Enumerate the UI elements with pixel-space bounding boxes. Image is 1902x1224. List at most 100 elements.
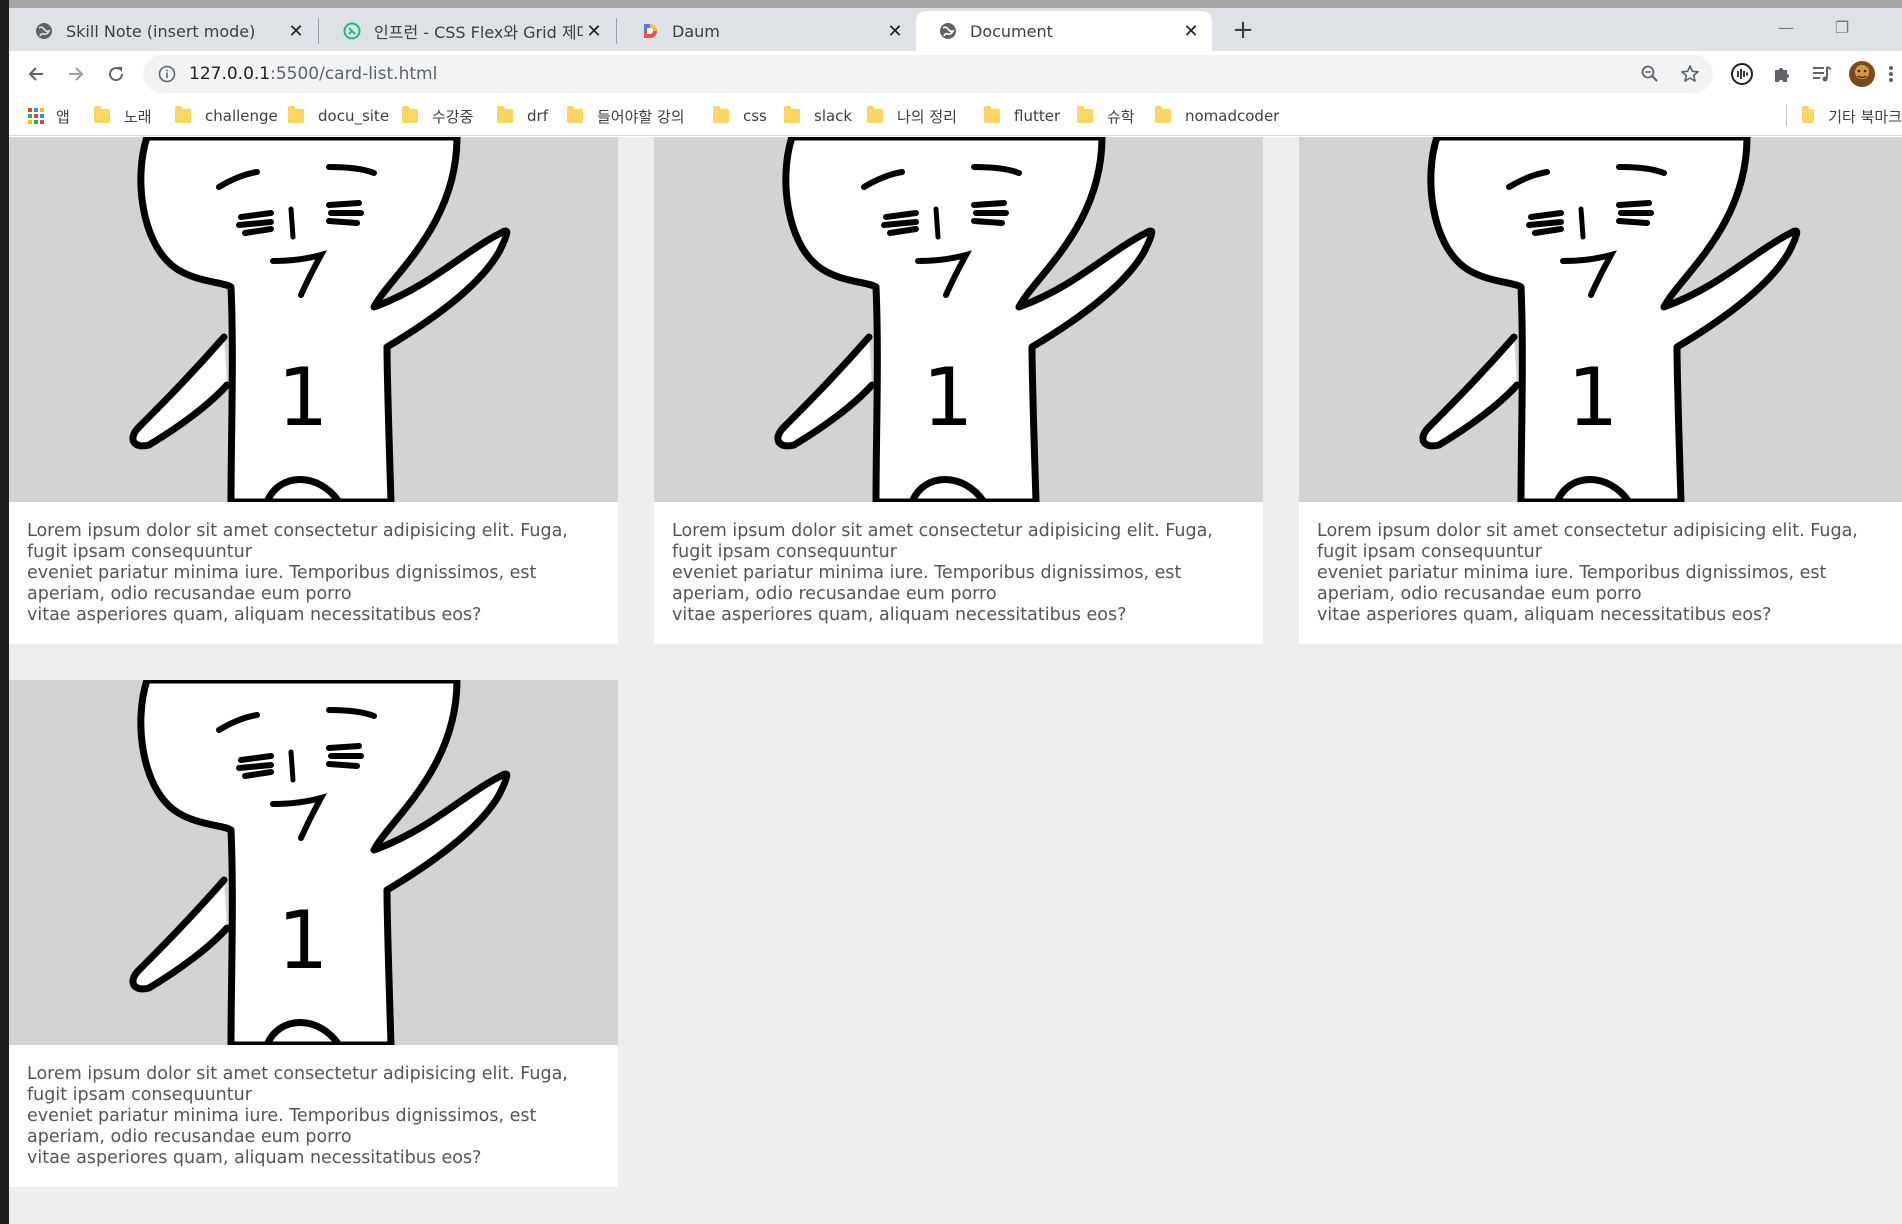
window-top-border	[0, 0, 1902, 8]
close-icon[interactable]: ✕	[1180, 20, 1202, 42]
cartoon-figure-illustration: 1	[1419, 137, 1801, 502]
card-text: Lorem ipsum dolor sit amet consectetur a…	[1317, 521, 1858, 625]
close-icon[interactable]: ✕	[884, 20, 906, 42]
tab-title: Daum	[672, 21, 720, 41]
bookmark-folder[interactable]: nomadcoder	[1155, 101, 1279, 131]
bookmark-folder[interactable]: 나의 정리	[867, 101, 957, 131]
bookmark-folder[interactable]: challenge	[175, 101, 278, 131]
browser-window: Skill Note (insert mode) ✕ 인프런 - CSS Fle…	[0, 0, 1902, 1224]
tab-separator	[616, 18, 617, 44]
tab-daum[interactable]: Daum ✕	[618, 11, 916, 51]
info-icon	[158, 65, 176, 83]
kebab-menu-icon[interactable]	[1880, 57, 1902, 91]
card-image: 1	[1299, 137, 1902, 502]
cartoon-figure-illustration: 1	[129, 137, 511, 502]
close-icon[interactable]: ✕	[583, 20, 605, 42]
new-tab-button[interactable]: +	[1227, 14, 1259, 46]
figure-number-label: 1	[278, 894, 329, 987]
folder-icon	[1802, 106, 1815, 123]
folder-icon	[288, 106, 304, 123]
bookmark-label: 나의 정리	[897, 107, 957, 126]
url-text: 127.0.0.1:5500/card-list.html	[189, 64, 437, 84]
bookmark-label: 수강중	[432, 107, 474, 126]
folder-icon	[567, 106, 583, 123]
card-image: 1	[654, 137, 1263, 502]
url-host: 127.0.0.1	[189, 64, 271, 84]
forward-button[interactable]	[59, 57, 93, 91]
globe-icon	[34, 21, 54, 41]
folder-icon	[94, 106, 110, 123]
bookmark-label: 슈학	[1107, 107, 1135, 126]
bookmark-folder[interactable]: docu_site	[288, 101, 389, 131]
card-image: 1	[9, 137, 618, 502]
apps-grid-icon	[28, 108, 44, 124]
cartoon-figure-illustration: 1	[774, 137, 1156, 502]
bookmark-folder[interactable]: 수강중	[402, 101, 473, 131]
bookmark-label: 들어야할 강의	[597, 107, 685, 126]
zoom-icon[interactable]	[1633, 57, 1667, 91]
figure-number-label: 1	[923, 351, 974, 444]
tab-title: 인프런 - CSS Flex와 Grid 제대로 익히기	[374, 23, 583, 42]
folder-icon	[713, 106, 729, 123]
bookmark-apps[interactable]: 앱	[28, 101, 70, 131]
folder-icon	[402, 106, 418, 123]
star-icon[interactable]	[1673, 57, 1707, 91]
inflearn-icon	[342, 21, 362, 41]
card: 1 Lorem ipsum dolor sit amet consectetur…	[1299, 137, 1902, 644]
bookmark-folder[interactable]: flutter	[984, 101, 1060, 131]
tab-inflearn[interactable]: 인프런 - CSS Flex와 Grid 제대로 익히기 ✕	[320, 11, 615, 51]
bookmark-folder[interactable]: slack	[784, 101, 852, 131]
card: 1 Lorem ipsum dolor sit amet consectetur…	[654, 137, 1263, 644]
tab-document[interactable]: Document ✕	[916, 11, 1212, 51]
bookmark-folder[interactable]: css	[713, 101, 767, 131]
cartoon-figure-illustration: 1	[129, 680, 511, 1045]
tab-skill-note[interactable]: Skill Note (insert mode) ✕	[12, 11, 317, 51]
tab-separator	[318, 18, 319, 44]
globe-icon	[938, 21, 958, 41]
avatar[interactable]	[1845, 57, 1879, 91]
card-text: Lorem ipsum dolor sit amet consectetur a…	[672, 521, 1213, 625]
other-bookmarks[interactable]: 기타 북마크	[1802, 101, 1902, 131]
bookmark-label: 노래	[124, 107, 152, 126]
bookmark-label: drf	[527, 107, 548, 125]
folder-icon	[984, 106, 1000, 123]
folder-icon	[1155, 106, 1171, 123]
bookmark-folder[interactable]: 들어야할 강의	[567, 101, 685, 131]
bookmark-folder[interactable]: drf	[497, 101, 548, 131]
arrow-right-icon	[69, 67, 84, 81]
bookmark-label: nomadcoder	[1185, 107, 1280, 125]
arrow-left-icon	[28, 67, 43, 81]
card: 1 Lorem ipsum dolor sit amet consectetur…	[9, 680, 618, 1187]
media-queue-icon[interactable]	[1805, 57, 1839, 91]
close-icon[interactable]: ✕	[285, 20, 307, 42]
bookmark-folder[interactable]: 슈학	[1077, 101, 1135, 131]
left-edge-border	[0, 0, 9, 1224]
card-text: Lorem ipsum dolor sit amet consectetur a…	[27, 1064, 568, 1168]
page-viewport[interactable]: 1 Lorem ipsum dolor sit amet consectetur…	[9, 137, 1902, 1224]
minimize-icon[interactable]: —	[1766, 12, 1806, 42]
extensions-puzzle-icon[interactable]	[1765, 57, 1799, 91]
bookmark-label: css	[743, 107, 767, 125]
tab-title: Document	[970, 21, 1053, 41]
bookmark-label: challenge	[205, 107, 278, 125]
url-path: :5500/card-list.html	[270, 64, 438, 84]
reload-button[interactable]	[99, 57, 133, 91]
restore-icon[interactable]: ❐	[1822, 12, 1862, 42]
reload-icon	[109, 67, 124, 82]
bookmark-label: flutter	[1014, 107, 1061, 125]
bookmark-label: docu_site	[318, 107, 390, 125]
folder-icon	[1077, 106, 1093, 123]
figure-number-label: 1	[278, 351, 329, 444]
address-bar[interactable]: 127.0.0.1:5500/card-list.html	[143, 55, 1713, 93]
back-button[interactable]	[19, 57, 53, 91]
folder-icon	[867, 106, 883, 123]
card: 1 Lorem ipsum dolor sit amet consectetur…	[9, 137, 618, 644]
extension-audio-icon[interactable]	[1725, 57, 1759, 91]
figure-number-label: 1	[1568, 351, 1619, 444]
folder-icon	[175, 106, 191, 123]
bookmark-folder[interactable]: 노래	[94, 101, 152, 131]
card-text: Lorem ipsum dolor sit amet consectetur a…	[27, 521, 568, 625]
folder-icon	[497, 106, 513, 123]
folder-icon	[784, 106, 800, 123]
card-image: 1	[9, 680, 618, 1045]
